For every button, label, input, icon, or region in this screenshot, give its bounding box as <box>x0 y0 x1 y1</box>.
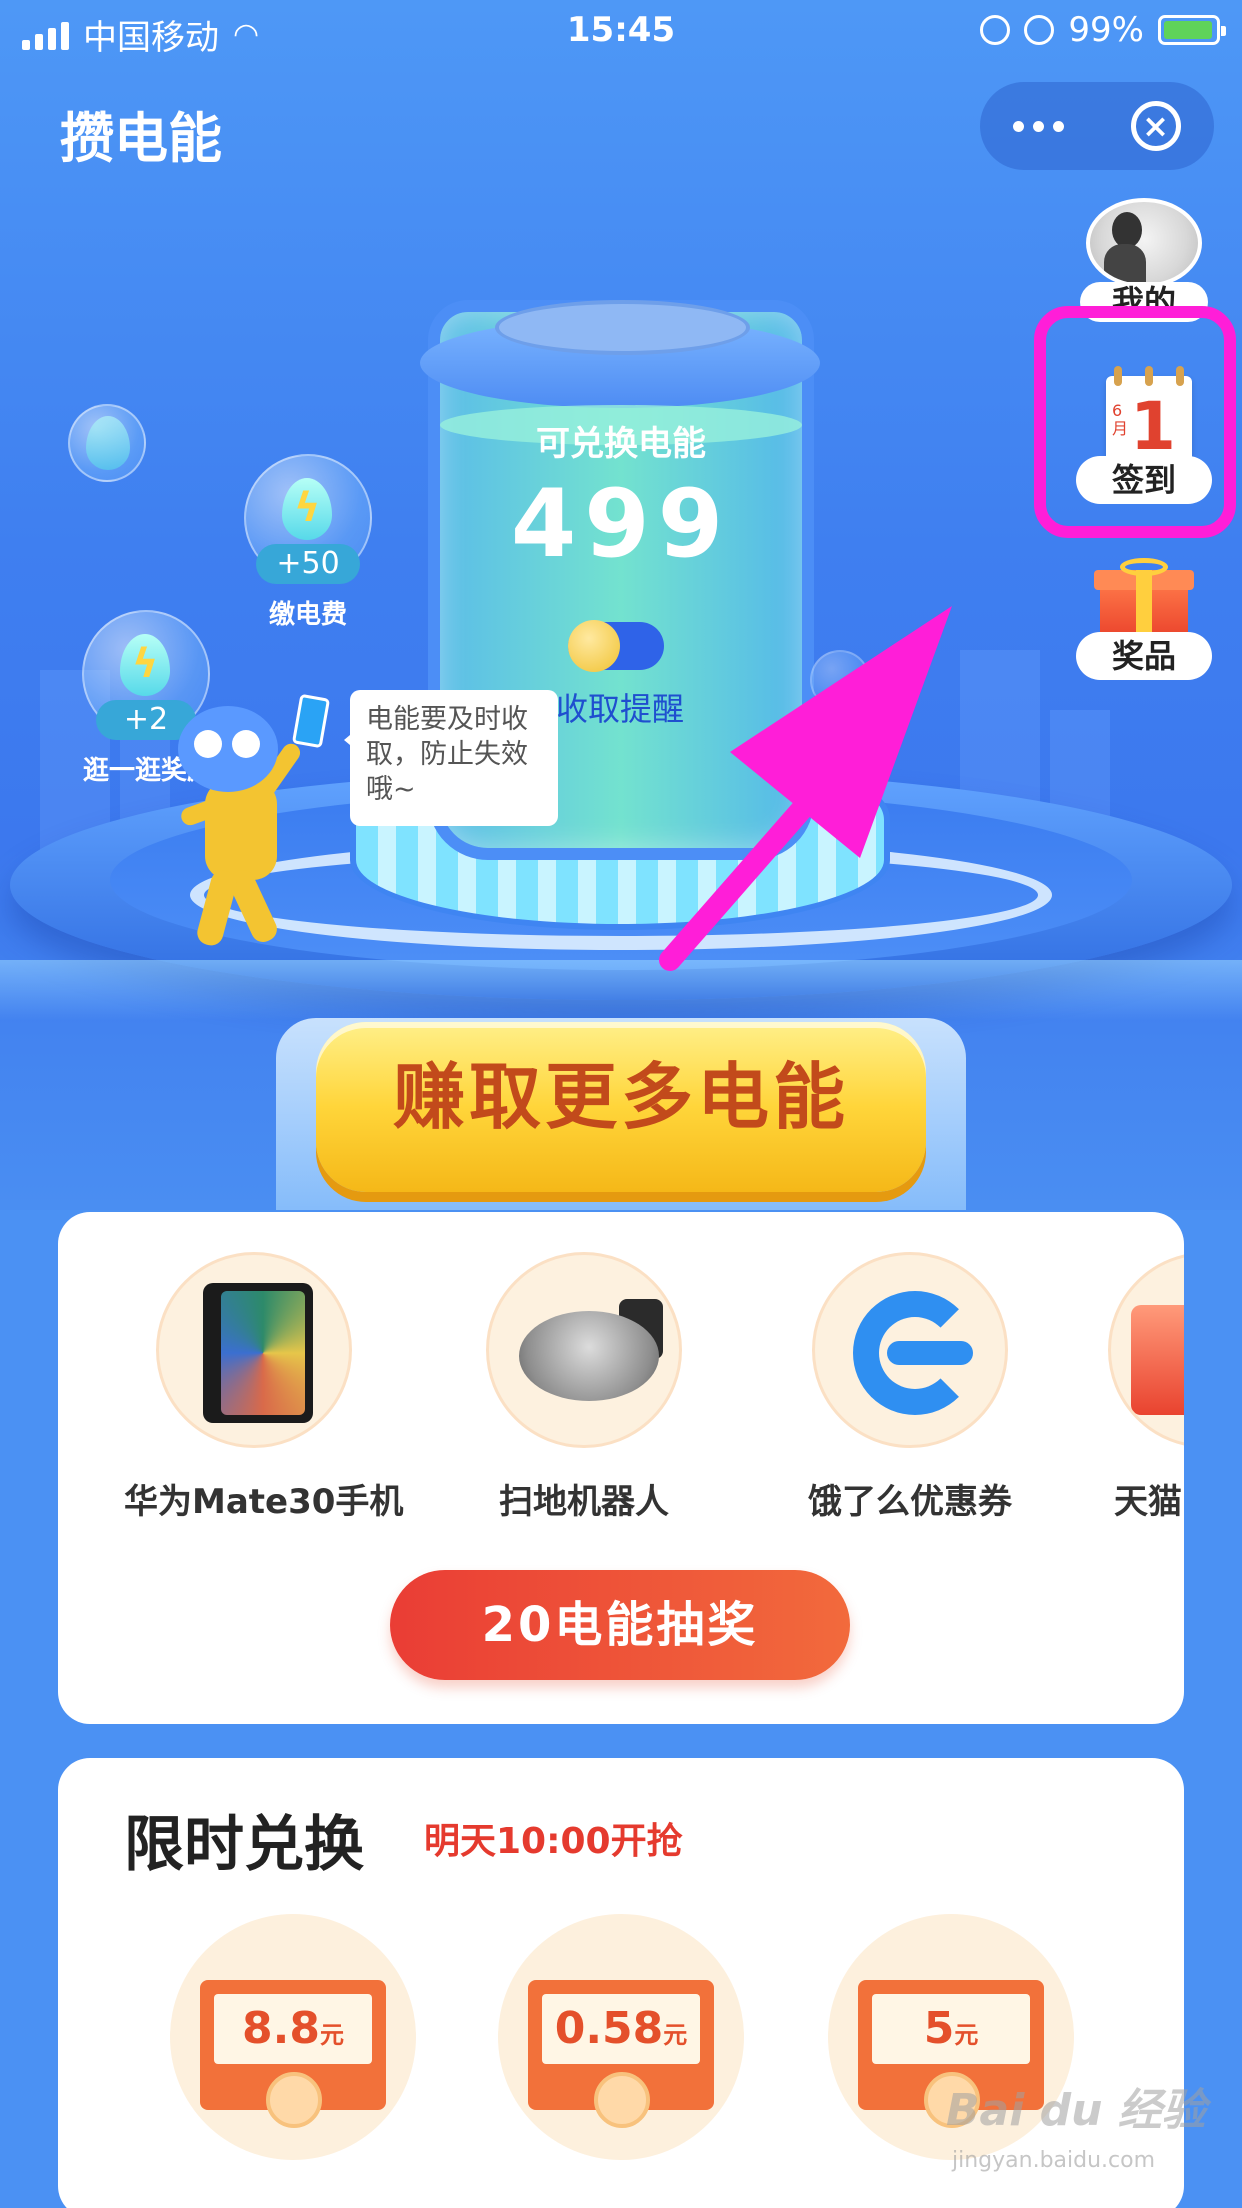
coupon-unit: 元 <box>954 2021 979 2049</box>
prize-name: 天猫 <box>1114 1482 1182 1522</box>
coupon-amount: 5 <box>923 2003 955 2054</box>
prize-item[interactable]: 华为Mate30手机 <box>124 1252 404 1523</box>
robot-vacuum-image <box>486 1252 682 1448</box>
coin-icon <box>266 2072 322 2128</box>
prize-item[interactable]: 天猫 <box>1108 1252 1184 1523</box>
bolt-icon: ϟ <box>294 485 321 531</box>
reminder-label: 收取提醒 <box>556 690 685 728</box>
miniapp-capsule: × <box>980 82 1214 170</box>
earn-more-energy-button[interactable]: 赚取更多电能 <box>316 1022 926 1192</box>
battery-percent: 99% <box>1068 10 1144 50</box>
close-circle-icon: × <box>1130 101 1181 151</box>
highlight-annotation <box>1034 306 1236 538</box>
toggle-knob <box>568 620 620 672</box>
watermark-logo: Bai du 经验 <box>946 2085 1206 2136</box>
coupon-item[interactable]: 8.8元 <box>170 1914 416 2160</box>
page-title: 攒电能 <box>60 107 222 170</box>
section-title: 限时兑换 <box>124 1810 364 1880</box>
energy-bubble-faded <box>810 650 870 710</box>
coupon-unit: 元 <box>319 2021 344 2049</box>
energy-value: 499 <box>510 470 732 579</box>
coupon-ticket: 8.8元 <box>200 1980 386 2128</box>
coupon-amount: 8.8 <box>242 2003 320 2054</box>
prize-name: 扫地机器人 <box>499 1482 669 1522</box>
battery-icon <box>1158 15 1226 45</box>
mascot-ant <box>178 706 278 792</box>
tank-cap <box>495 300 750 355</box>
gift-icon[interactable] <box>1094 558 1194 642</box>
rotation-lock-icon <box>980 15 1011 45</box>
bolt-icon: ϟ <box>132 641 159 687</box>
more-dots-icon[interactable] <box>980 82 1097 170</box>
bubble-amount: +50 <box>256 544 360 584</box>
limited-exchange-card: 限时兑换 明天10:00开抢 8.8元 0.58元 5元 <box>58 1758 1184 2208</box>
energy-bubble-small[interactable] <box>68 404 146 482</box>
ground-glow <box>0 960 1242 1020</box>
coin-icon <box>594 2072 650 2128</box>
coupon-item[interactable]: 0.58元 <box>498 1914 744 2160</box>
mascot-body <box>205 780 277 880</box>
coupon-ticket: 0.58元 <box>528 1980 714 2128</box>
avatar[interactable] <box>1086 198 1202 288</box>
prize-name: 饿了么优惠券 <box>808 1482 1012 1522</box>
close-button[interactable]: × <box>1097 82 1214 170</box>
prize-item[interactable]: 饿了么优惠券 <box>780 1252 1040 1523</box>
status-bar: 中国移动 ◠ 15:45 99% <box>0 0 1242 64</box>
reminder-toggle[interactable] <box>568 620 664 672</box>
tmall-gift-image <box>1108 1252 1184 1448</box>
speech-bubble: 电能要及时收取，防止失效哦~ <box>344 690 558 826</box>
phone-image <box>156 1252 352 1448</box>
prize-button[interactable]: 奖品 <box>1076 632 1212 680</box>
coupon-amount: 0.58 <box>554 2003 664 2054</box>
lottery-card: 华为Mate30手机 扫地机器人 饿了么优惠券 天猫 20电能抽奖 <box>58 1212 1184 1724</box>
eleme-logo <box>812 1252 1008 1448</box>
watermark-url: jingyan.baidu.com <box>952 2148 1156 2173</box>
bubble-caption: 缴电费 <box>268 600 347 630</box>
tank-label: 可兑换电能 <box>536 424 706 464</box>
alarm-icon <box>1024 15 1055 45</box>
lottery-draw-button[interactable]: 20电能抽奖 <box>390 1570 850 1680</box>
section-subtitle: 明天10:00开抢 <box>424 1821 683 1862</box>
prize-item[interactable]: 扫地机器人 <box>454 1252 714 1523</box>
coupon-unit: 元 <box>663 2021 688 2049</box>
prize-name: 华为Mate30手机 <box>124 1482 404 1522</box>
